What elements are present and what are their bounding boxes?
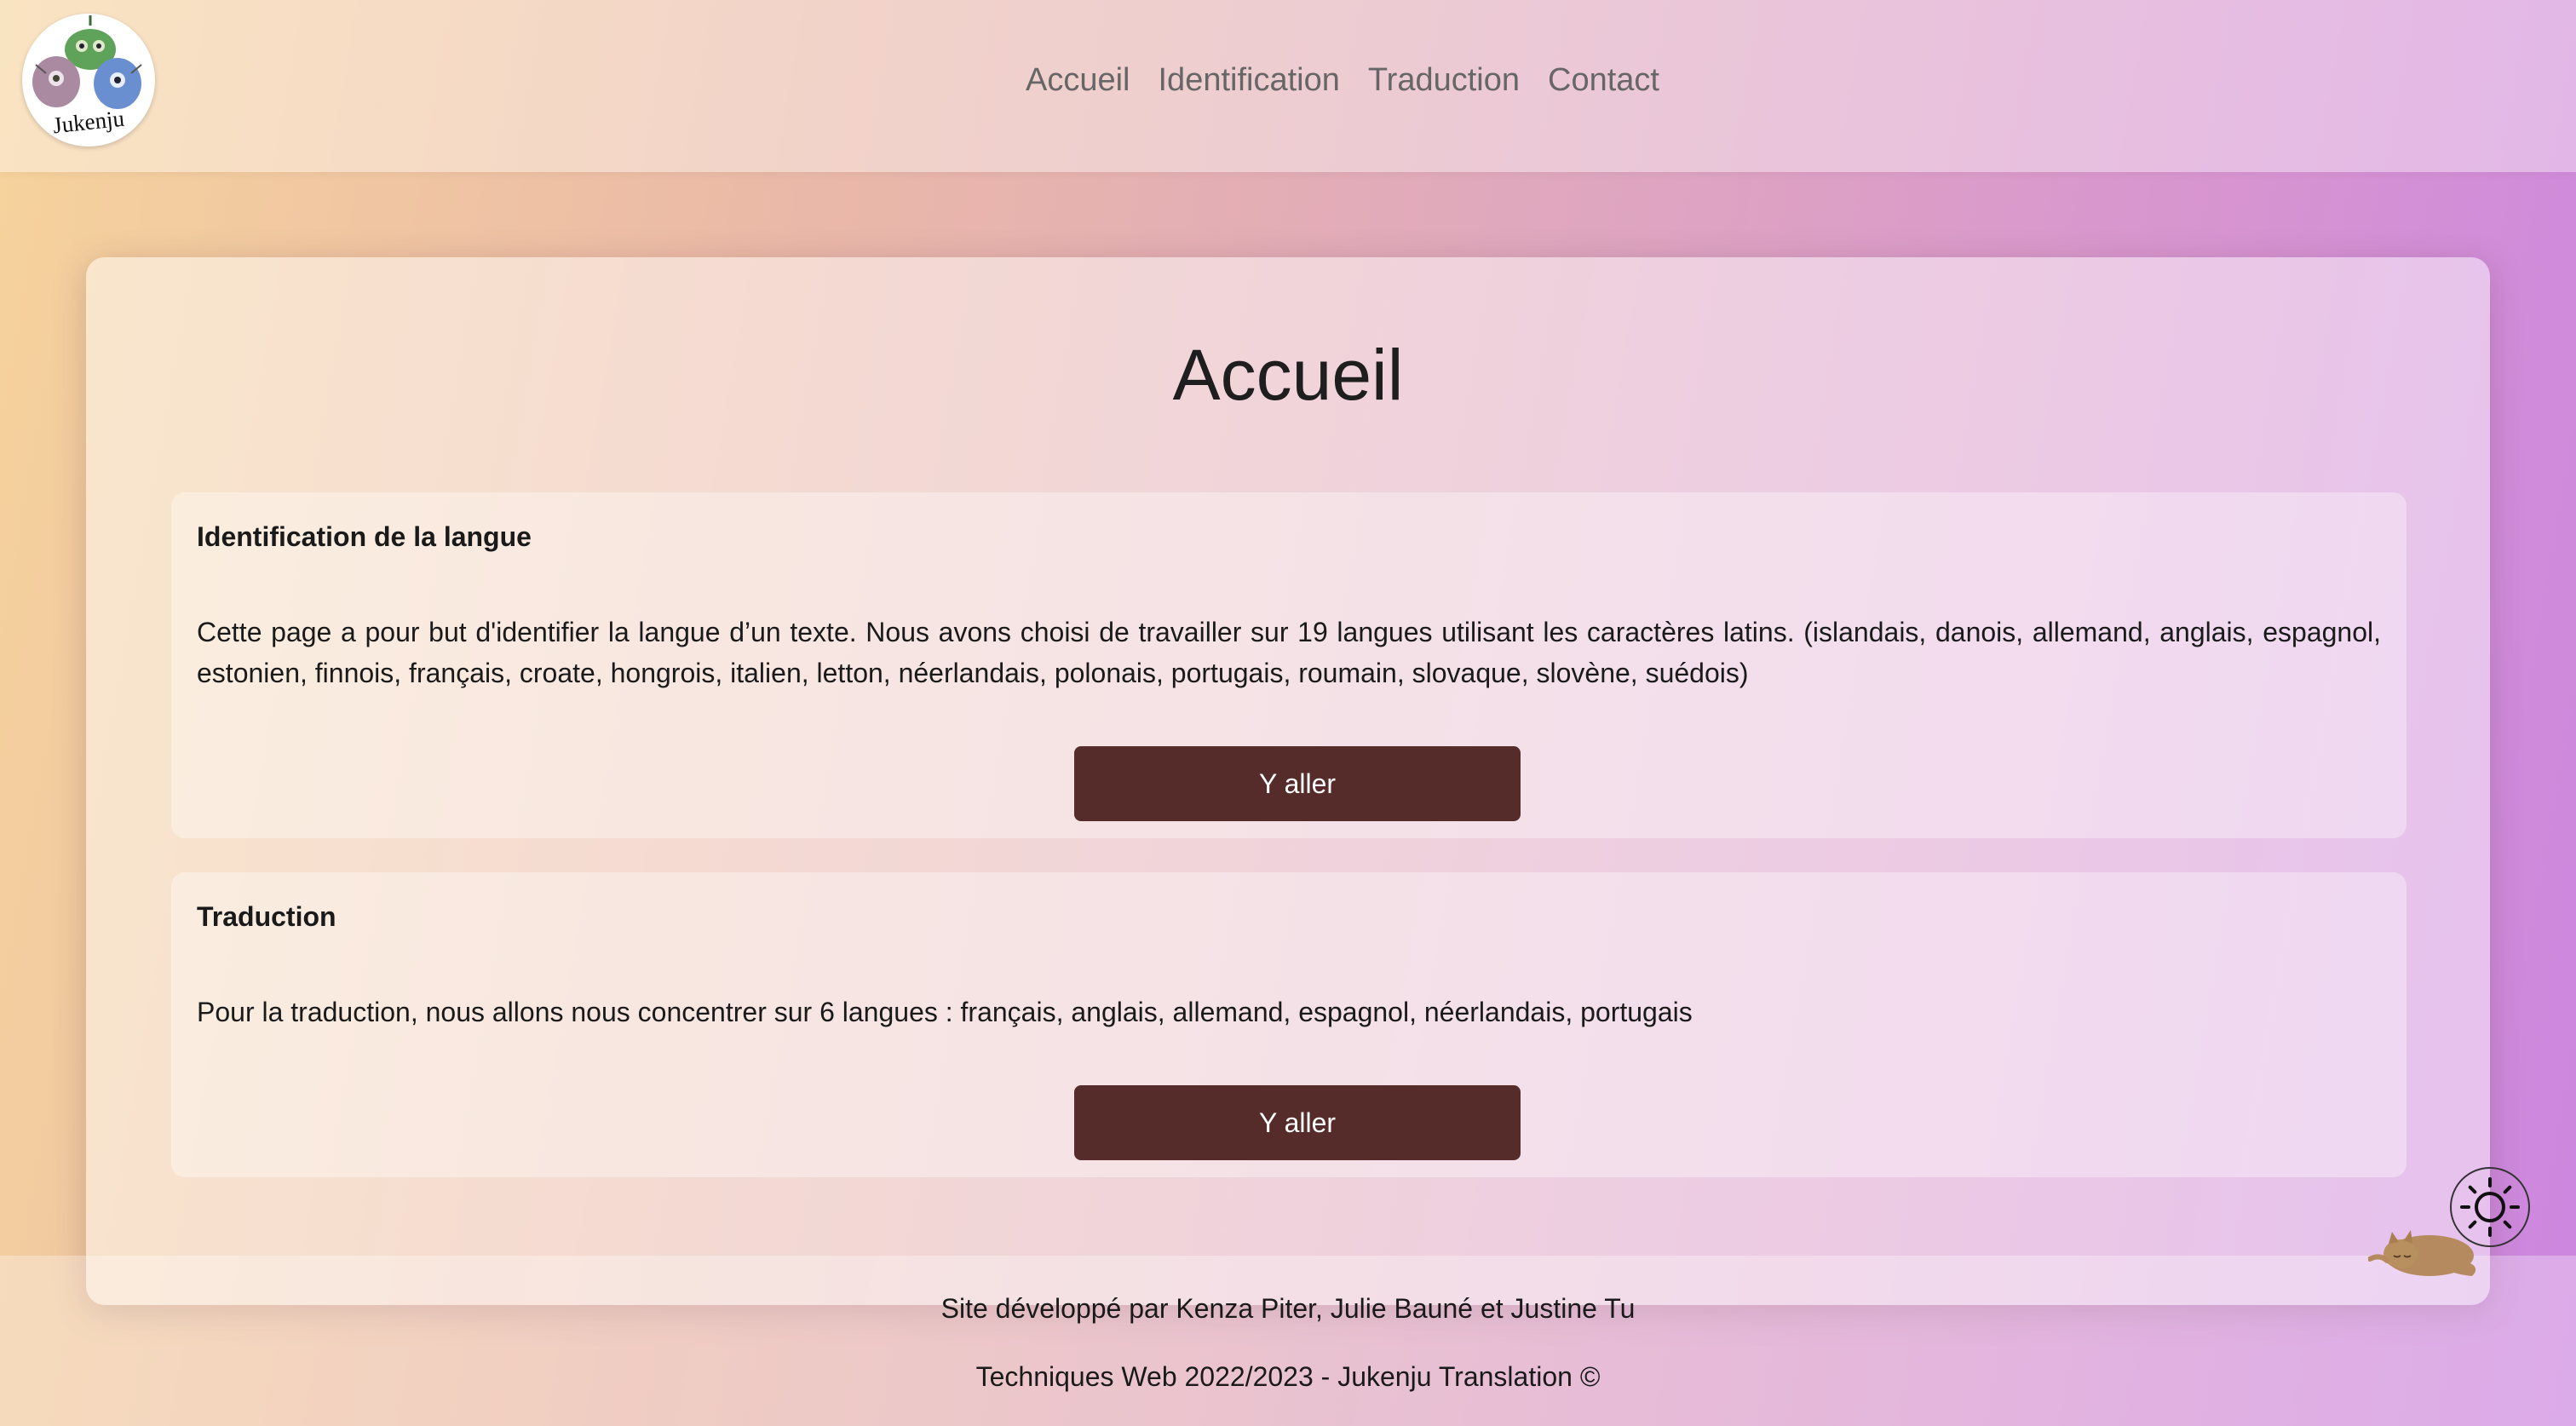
go-traduction-button[interactable]: Y aller — [1074, 1085, 1521, 1160]
section-heading: Identification de la langue — [197, 521, 532, 552]
section-traduction: Traduction Pour la traduction, nous allo… — [171, 872, 2406, 1177]
nav-link-accueil[interactable]: Accueil — [1026, 62, 1130, 99]
theme-toggle-button[interactable] — [2450, 1167, 2530, 1247]
section-identification: Identification de la langue Cette page a… — [171, 492, 2406, 838]
nav-link-contact[interactable]: Contact — [1548, 62, 1659, 99]
main-card: Accueil Identification de la langue Cett… — [86, 257, 2490, 1305]
section-heading: Traduction — [197, 901, 336, 932]
nav-link-traduction[interactable]: Traduction — [1368, 62, 1520, 99]
sun-icon — [2460, 1177, 2520, 1237]
site-footer: Site développé par Kenza Piter, Julie Ba… — [0, 1256, 2576, 1426]
go-identification-button[interactable]: Y aller — [1074, 746, 1521, 821]
site-header: Jukenju Accueil Identification Traductio… — [0, 0, 2576, 172]
nav-link-identification[interactable]: Identification — [1159, 62, 1340, 99]
section-description: Cette page a pour but d'identifier la la… — [197, 617, 2381, 688]
site-logo[interactable]: Jukenju — [22, 14, 155, 147]
main-nav: Accueil Identification Traduction Contac… — [1026, 55, 1659, 106]
footer-copyright: Techniques Web 2022/2023 - Jukenju Trans… — [975, 1361, 1601, 1392]
footer-credits: Site développé par Kenza Piter, Julie Ba… — [940, 1293, 1636, 1324]
page-title: Accueil — [1172, 335, 1404, 415]
section-description: Pour la traduction, nous allons nous con… — [197, 997, 1693, 1027]
